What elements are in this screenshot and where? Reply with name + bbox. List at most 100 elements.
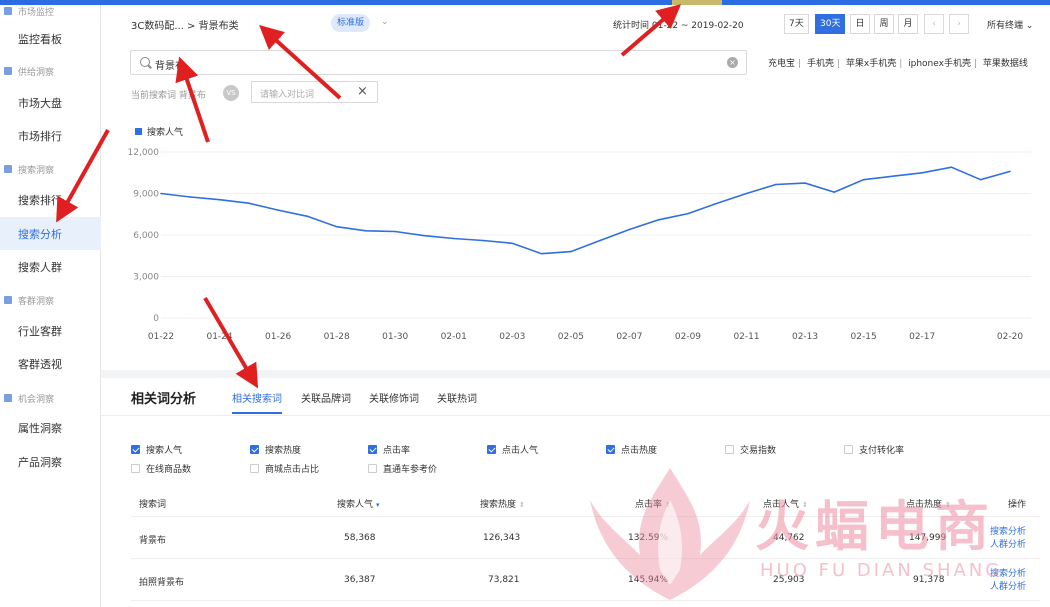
clear-icon[interactable]: ×: [727, 57, 738, 68]
quick-links: 充电宝 | 手机壳 | 苹果x手机壳 | iphonex手机壳 | 苹果数据线: [768, 56, 1028, 69]
quick-link[interactable]: 充电宝: [768, 59, 795, 69]
search-analysis-link[interactable]: 搜索分析: [990, 568, 1026, 580]
sidebar-item-customer-insight[interactable]: 客群透视: [0, 347, 101, 380]
cell-click-heat: 147,999: [909, 533, 947, 543]
chevron-down-icon[interactable]: ⌄: [381, 17, 389, 27]
tab-related-modifier-terms[interactable]: 关联修饰词: [369, 390, 419, 405]
row-divider: [131, 516, 1040, 517]
range-7d-button[interactable]: 7天: [784, 14, 809, 34]
x-tick-label: 01-24: [206, 332, 232, 342]
next-icon[interactable]: ›: [949, 14, 969, 34]
data-point: [511, 242, 514, 245]
cell-search-pop: 58,368: [344, 533, 376, 543]
col-header-ctr[interactable]: 点击率 ⇕: [635, 497, 671, 510]
crowd-analysis-link[interactable]: 人群分析: [990, 539, 1026, 551]
search-input[interactable]: 背景布 ×: [130, 50, 747, 75]
trend-chart: 搜索人气 12,000 9,000 6,000 3,000 0 01-22 01-24 01-2…: [101, 105, 1050, 370]
col-header-label: 点击率: [635, 500, 663, 510]
terminal-select[interactable]: 所有终端 ⌄: [987, 18, 1033, 31]
col-header-click-heat[interactable]: 点击热度 ⇕: [906, 497, 951, 510]
sidebar-item-industry-customers[interactable]: 行业客群: [0, 314, 101, 347]
sidebar-item-label: 搜索分析: [18, 227, 62, 241]
x-tick-label: 01-30: [382, 332, 408, 342]
breadcrumb[interactable]: 3C数码配... > 背景布类: [131, 17, 239, 32]
x-tick-label: 02-11: [733, 332, 759, 342]
metric-checkbox[interactable]: 在线商品数: [131, 461, 191, 475]
sidebar-item-search-analysis[interactable]: 搜索分析: [0, 217, 101, 250]
sort-icon: ⇕: [665, 501, 671, 509]
date-range[interactable]: 01-22 ~ 2019-02-20: [652, 21, 744, 31]
x-tick-label: 02-20: [997, 332, 1023, 342]
quick-link[interactable]: iphonex手机壳: [908, 59, 971, 69]
metric-checkbox[interactable]: 支付转化率: [844, 442, 904, 456]
quick-link[interactable]: 手机壳: [807, 59, 834, 69]
range-week-button[interactable]: 周: [874, 14, 894, 34]
data-point: [862, 178, 865, 181]
quick-link[interactable]: 苹果x手机壳: [846, 59, 896, 69]
row-divider: [131, 558, 1040, 559]
tab-related-search-terms[interactable]: 相关搜索词: [232, 390, 282, 414]
tab-related-brand-terms[interactable]: 关联品牌词: [301, 390, 351, 405]
sidebar-item-search-ranking[interactable]: 搜索排行: [0, 183, 101, 216]
data-point: [248, 202, 250, 204]
data-point: [452, 237, 455, 240]
data-point: [570, 250, 572, 253]
col-header-search-pop[interactable]: 搜索人气 ▾: [337, 497, 380, 510]
x-tick-label: 01-26: [265, 332, 291, 342]
search-icon: [140, 57, 150, 67]
group-icon: [4, 165, 12, 173]
metric-checkbox[interactable]: 搜索人气: [131, 442, 182, 456]
tab-related-hot-terms[interactable]: 关联热词: [437, 390, 477, 405]
sidebar-item-label: 搜索人群: [18, 260, 62, 274]
trend-chart-svg: 搜索人气 12,000 9,000 6,000 3,000 0 01-22 01-24 01-2…: [128, 126, 1031, 342]
separator: |: [973, 59, 978, 69]
metric-checkbox[interactable]: 交易指数: [725, 442, 776, 456]
col-header-label: 搜索人气: [337, 500, 374, 510]
sidebar-item-search-crowd[interactable]: 搜索人群: [0, 250, 101, 283]
related-words-section: 相关词分析 相关搜索词 关联品牌词 关联修饰词 关联热词 搜索人气 搜索热度 点击率…: [101, 378, 1050, 607]
sidebar-item-label: 市场大盘: [18, 96, 62, 110]
sidebar-item-market-ranking[interactable]: 市场排行: [0, 119, 101, 152]
metric-checkbox[interactable]: 直通车参考价: [368, 461, 437, 475]
sidebar-item-label: 属性洞察: [18, 421, 62, 435]
data-point: [277, 209, 279, 211]
col-header-search-heat[interactable]: 搜索热度 ⇕: [480, 497, 525, 510]
edition-badge[interactable]: 标准版: [331, 14, 371, 32]
range-month-button[interactable]: 月: [898, 14, 918, 34]
metric-checkbox[interactable]: 点击率: [368, 442, 410, 456]
cell-term: 背景布: [139, 536, 167, 546]
sidebar-item-label: 行业客群: [18, 324, 62, 338]
y-tick-label: 6,000: [133, 231, 159, 241]
section-title: 相关词分析: [131, 392, 197, 407]
quick-link[interactable]: 苹果数据线: [983, 59, 1028, 69]
data-point: [540, 252, 543, 255]
prev-icon[interactable]: ‹: [924, 14, 944, 34]
range-day-button[interactable]: 日: [850, 14, 870, 34]
data-point: [892, 175, 894, 178]
range-30d-button[interactable]: 30天: [815, 14, 846, 34]
data-point: [160, 192, 162, 195]
search-analysis-link[interactable]: 搜索分析: [990, 526, 1026, 538]
checkbox-icon: [250, 463, 259, 473]
checkbox-icon: [131, 444, 140, 454]
data-point: [745, 192, 748, 195]
sidebar-item-product-insight[interactable]: 产品洞察: [0, 445, 101, 478]
sidebar-item-attribute-insight[interactable]: 属性洞察: [0, 411, 101, 444]
col-header-click-pop[interactable]: 点击人气 ⇕: [763, 497, 808, 510]
data-point: [394, 230, 397, 233]
metric-checkbox[interactable]: 点击人气: [487, 442, 538, 456]
data-point: [423, 234, 426, 237]
metric-checkbox[interactable]: 点击热度: [606, 442, 657, 456]
metric-checkbox[interactable]: 商城点击占比: [250, 461, 319, 475]
data-point: [950, 166, 953, 169]
col-header-label: 点击热度: [906, 500, 943, 510]
checkbox-icon: [844, 444, 853, 454]
sidebar-item-market-overview[interactable]: 市场大盘: [0, 86, 101, 119]
crowd-analysis-link[interactable]: 人群分析: [990, 581, 1026, 593]
data-point: [921, 171, 923, 174]
metric-checkbox[interactable]: 搜索热度: [250, 442, 301, 456]
series-line: [160, 166, 1011, 255]
close-icon[interactable]: ×: [357, 84, 368, 99]
sidebar-item-monitor-board[interactable]: 监控看板: [0, 22, 101, 55]
metric-label: 直通车参考价: [383, 464, 438, 475]
